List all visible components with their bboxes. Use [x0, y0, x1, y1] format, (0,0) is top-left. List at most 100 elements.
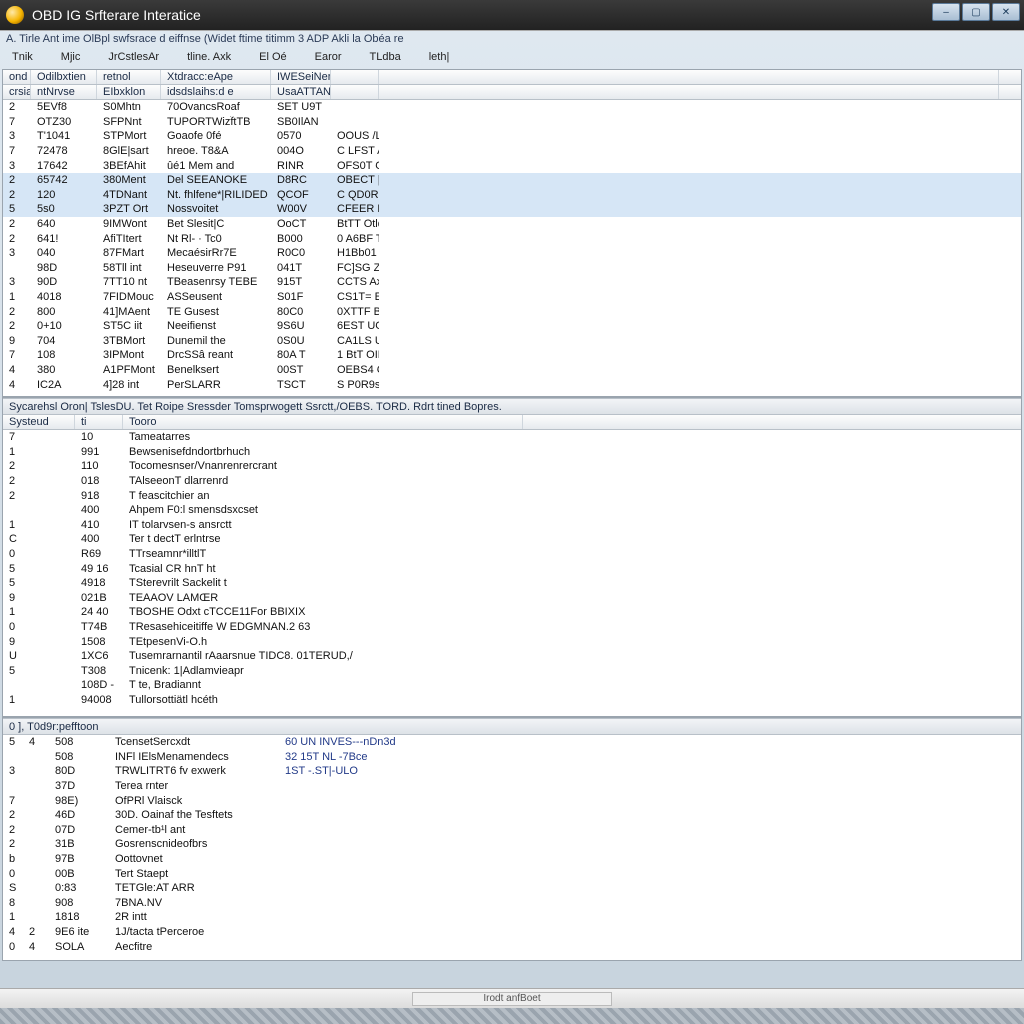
column-header[interactable]: idsdslaihs:d e [161, 85, 271, 99]
middle-rows[interactable]: 710Tameatarres1991Bewsenisefdndortbrhuch… [3, 430, 1021, 707]
table-row[interactable]: 37DTerea rnter [3, 779, 1021, 794]
table-row[interactable]: 508INFl IElsMenamendecs32 15T NL -7Bce [3, 750, 1021, 765]
table-row[interactable]: 4IC2A4]28 intPerSLARRTSCTS P0R9sdi_or. A… [3, 377, 1021, 392]
table-row[interactable]: 55s03PZT OrtNossvoitetW00VCFEER LOk 5QR4… [3, 202, 1021, 217]
table-row[interactable]: 1991Bewsenisefdndortbrhuch [3, 445, 1021, 460]
top-rows[interactable]: 25EVf8S0Mhtn70OvancsRoafSET U9T7OTZ30SFP… [3, 100, 1021, 392]
close-button[interactable]: ✕ [992, 3, 1020, 21]
table-row[interactable]: 91508TEtpesenVi-O.h [3, 634, 1021, 649]
column-header[interactable]: retnol [97, 70, 161, 84]
maximize-button[interactable]: ▢ [962, 3, 990, 21]
table-row[interactable]: 2018TAlseeonT dlarrenrd [3, 474, 1021, 489]
table-row[interactable]: 304087FMartMecaésirRr7ER0C0H1Bb01 CAOH H… [3, 246, 1021, 261]
table-row[interactable]: 108D -T te, Bradiannt [3, 678, 1021, 693]
menu-bar: Tnik Mjic JrCstlesAr tline. Axk El Oé Earor TL… [0, 49, 1024, 69]
table-row[interactable]: 549 16Tcasial CR hnT ht [3, 561, 1021, 576]
table-row[interactable]: 4380A1PFMontBenelksert00STOEBS4 CPascR. … [3, 363, 1021, 378]
table-row[interactable]: 97043TBMortDunemil the0S0UCA1LS UGETESTs… [3, 334, 1021, 349]
column-header[interactable]: Tooro [123, 415, 523, 429]
menu-item[interactable]: Mjic [57, 51, 85, 67]
table-row[interactable]: 3T'1041STPMortGoaofe 0fé0570OOUS /LD A+ … [3, 129, 1021, 144]
table-row[interactable]: 98D58Tll intHeseuverre P91041TFC]SG Zc,C… [3, 261, 1021, 276]
column-header[interactable]: IWESeiNen [271, 70, 331, 84]
table-row[interactable]: 710Tameatarres [3, 430, 1021, 445]
table-row[interactable]: 000BTert Staept [3, 866, 1021, 881]
middle-tabs[interactable]: Sycarehsl Oron| TslesDU. Tet Roipe Sress… [3, 398, 1021, 415]
table-row[interactable]: 2641!AfiTItertNt Rl- · Tc0B0000 A6BF TTN… [3, 231, 1021, 246]
table-row[interactable]: 390D7TT10 ntTBeasenrsy TEBE915TCCTS Ax&A… [3, 275, 1021, 290]
table-row[interactable]: 71083IPMontDrcSSâ reant80A T1 BtT OIBGrA… [3, 348, 1021, 363]
column-header[interactable]: Systeud [3, 415, 75, 429]
table-row[interactable]: 118182R intt [3, 910, 1021, 925]
bottom-rows[interactable]: 54508TcensetSercxdt60 UN INVES---nDn3d50… [3, 735, 1021, 954]
table-row[interactable]: 380DTRWLITRT6 fv exwerk1ST -.ST|-ULO [3, 764, 1021, 779]
status-segment: Irodt anfBoet [412, 992, 612, 1006]
table-row[interactable]: 7OTZ30SFPNntTUPORTWizf̂tTBSB0IlAN [3, 115, 1021, 130]
column-header[interactable]: crsiae [3, 85, 31, 99]
app-icon [6, 6, 24, 24]
table-row[interactable]: 26409IMWontBet Slesit|COoCTBtTT OtldSTST… [3, 217, 1021, 232]
top-pane: ondOdilbxtienretnolXtdracc:eApeIWESeiNen… [2, 69, 1022, 397]
table-row[interactable]: 207DCemer-tb¹l ant [3, 823, 1021, 838]
minimize-button[interactable]: – [932, 3, 960, 21]
top-header-row-2[interactable]: crsiaentNrvseEIbxklonidsdslaihs:d eUsaAT… [3, 85, 1021, 100]
window-controls: – ▢ ✕ [932, 3, 1020, 21]
table-row[interactable]: 0R69TTrseamnr*illtlT [3, 547, 1021, 562]
middle-header[interactable]: SysteudtiTooro [3, 415, 1021, 430]
table-row[interactable]: 2918T feascitchier an [3, 488, 1021, 503]
table-row[interactable]: 231BGosrenscnideofbrs [3, 837, 1021, 852]
table-row[interactable]: 9021BTEAAOV LAMŒR [3, 591, 1021, 606]
column-header[interactable] [331, 70, 379, 84]
column-header[interactable] [379, 85, 999, 99]
table-row[interactable]: 5T308Tnicenk: 1|Adlamvieapr [3, 664, 1021, 679]
table-row[interactable]: b97BOottovnet [3, 852, 1021, 867]
table-row[interactable]: 1410IT tolarvsen-s ansrctt [3, 518, 1021, 533]
table-row[interactable]: 89087BNA.NV [3, 896, 1021, 911]
table-row[interactable]: 280041]MAentTE Gusest80C00XTTF BRTSPSt F… [3, 304, 1021, 319]
table-row[interactable]: 04SOLAAecfitre [3, 939, 1021, 954]
column-header[interactable]: Xtdracc:eApe [161, 70, 271, 84]
table-row[interactable]: 140187FIDMoucASSeusentS01FCS1T= EXTtFTTi… [3, 290, 1021, 305]
menu-item[interactable]: JrCstlesAr [104, 51, 163, 67]
table-row[interactable]: 3176423BEfAhitûé1 Mem andRINROFS0T ORTIN… [3, 158, 1021, 173]
menu-item[interactable]: El Oé [255, 51, 291, 67]
table-row[interactable]: 54918TSterevrilt Sackelit t [3, 576, 1021, 591]
table-row[interactable]: 25EVf8S0Mhtn70OvancsRoafSET U9T [3, 100, 1021, 115]
column-header[interactable]: UsaATTANN [271, 85, 331, 99]
table-row[interactable]: 124 40TBOSHE Odxt cTCCE11For BBIXIX [3, 605, 1021, 620]
column-header[interactable]: Odilbxtien [31, 70, 97, 84]
column-header[interactable]: ntNrvse [31, 85, 97, 99]
table-row[interactable]: 246D30D. Oainaf the Tesftets [3, 808, 1021, 823]
status-bar: Irodt anfBoet [0, 988, 1024, 1008]
table-row[interactable]: S0:83TETGle:AT ARR [3, 881, 1021, 896]
table-row[interactable]: 0T74BTResasehiceitiffe W EDGMNAN.2 63 [3, 620, 1021, 635]
table-row[interactable]: 20+10ST5C iitNeeifienst9S6U6EST UGE 2DTS… [3, 319, 1021, 334]
table-row[interactable]: U1XC6Tusemrarnantil rAaarsnue TIDC8. 01T… [3, 649, 1021, 664]
bottom-label[interactable]: 0 ], T0d9r:pefftoon [3, 718, 1021, 735]
table-row[interactable]: 194008Tullorsottiätl hcéth [3, 693, 1021, 708]
menu-item[interactable]: TLdba [366, 51, 405, 67]
table-row[interactable]: 54508TcensetSercxdt60 UN INVES---nDn3d [3, 735, 1021, 750]
column-header[interactable] [331, 85, 379, 99]
column-header[interactable]: EIbxklon [97, 85, 161, 99]
middle-pane: Sycarehsl Oron| TslesDU. Tet Roipe Sress… [2, 397, 1022, 717]
table-row[interactable]: C400Ter t dectT erlntrse [3, 532, 1021, 547]
table-row[interactable]: 2110Tocomesnser/Vnanrenrercrant [3, 459, 1021, 474]
bottom-pane: 0 ], T0d9r:pefftoon 54508TcensetSercxdt6… [2, 717, 1022, 961]
window-titlebar: OBD IG Srfterare Interatice [0, 0, 1024, 30]
column-header[interactable] [379, 70, 999, 84]
table-row[interactable]: 429E6 ite1J/tacta tPerceroe [3, 925, 1021, 940]
taskbar-strip [0, 1008, 1024, 1024]
table-row[interactable]: 7724788GlE|sarthreoe. T8&A004OC LFST AUP… [3, 144, 1021, 159]
table-row[interactable]: 21204TDNantNt. fhlfene*|RILIDEDQCOFC QD0… [3, 188, 1021, 203]
table-row[interactable]: 265742380MentDel SEEANOKED8RCOBECT |PANi… [3, 173, 1021, 188]
table-row[interactable]: 798E)OfPRl Vlaisck [3, 793, 1021, 808]
column-header[interactable]: ti [75, 415, 123, 429]
menu-item[interactable]: tline. Axk [183, 51, 235, 67]
menu-item[interactable]: Tnik [8, 51, 37, 67]
table-row[interactable]: 400Ahpem F0:l smensdsxcset [3, 503, 1021, 518]
menu-item[interactable]: leth| [425, 51, 454, 67]
menu-item[interactable]: Earor [311, 51, 346, 67]
top-header-row-1[interactable]: ondOdilbxtienretnolXtdracc:eApeIWESeiNen [3, 70, 1021, 85]
column-header[interactable]: ond [3, 70, 31, 84]
